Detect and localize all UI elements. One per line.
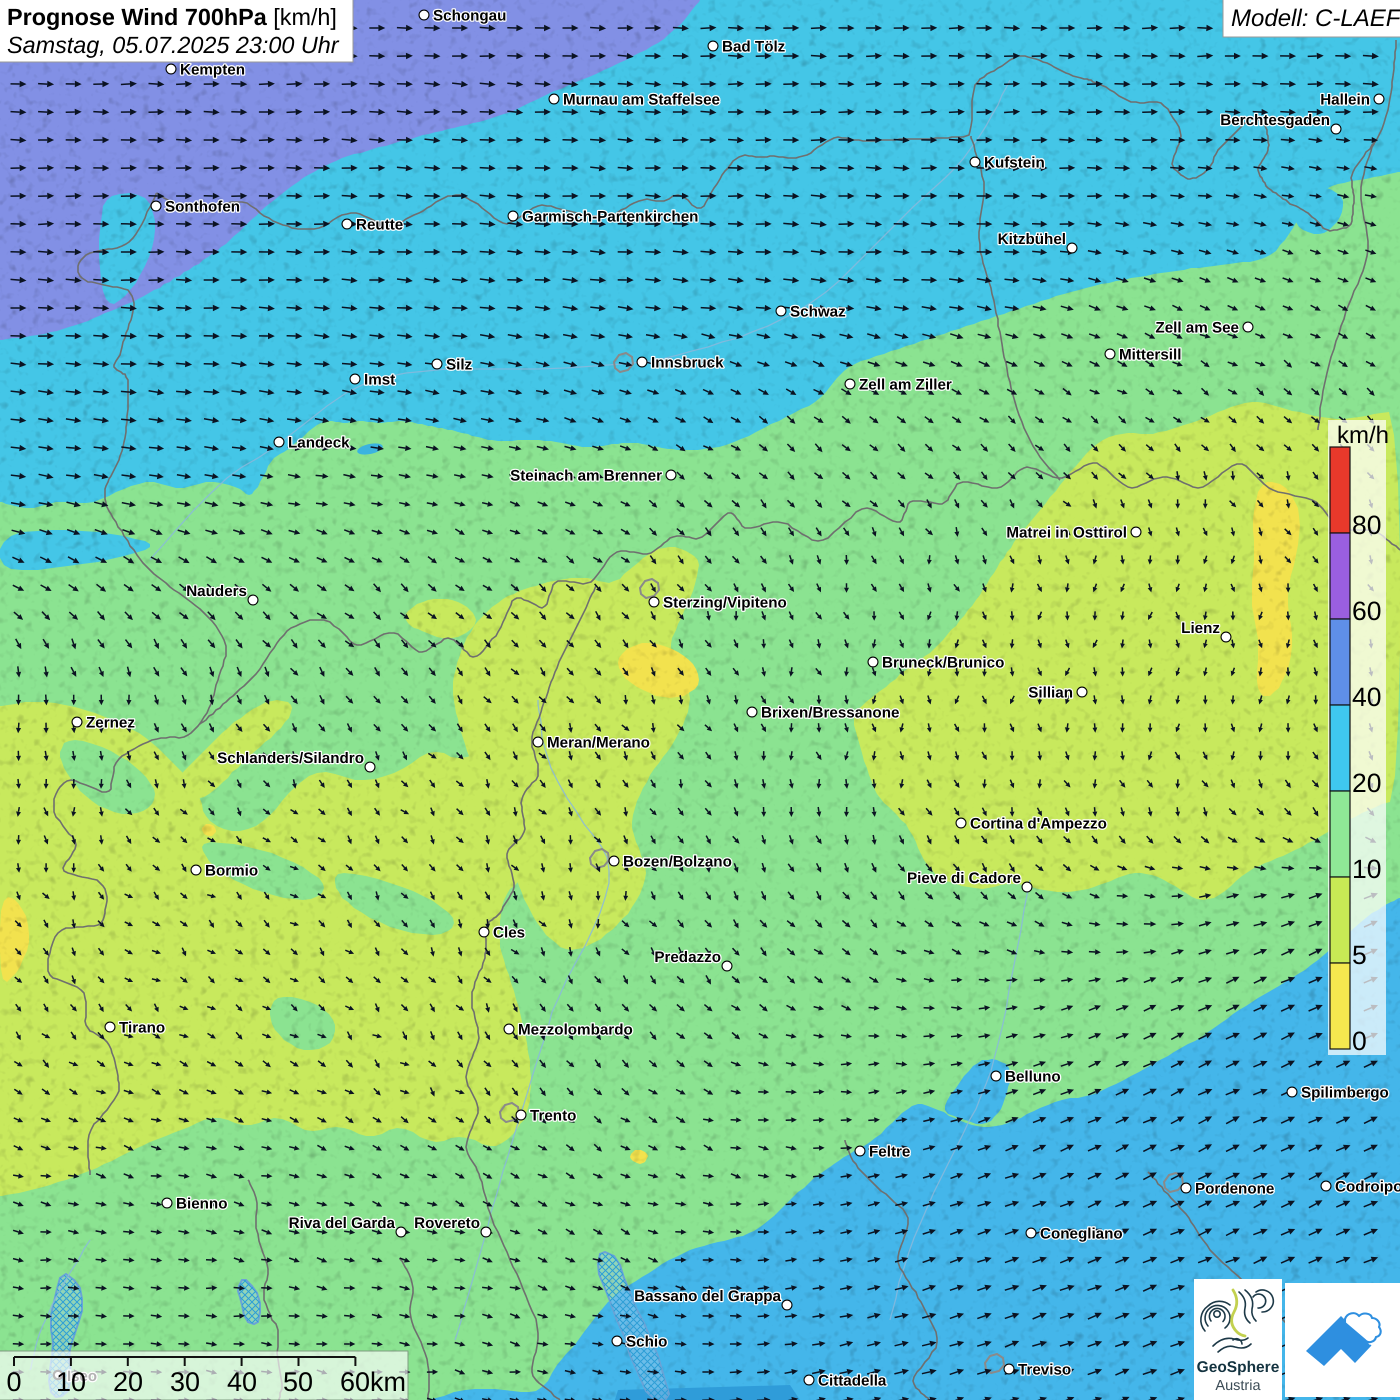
- svg-text:20: 20: [113, 1367, 143, 1397]
- svg-text:Conegliano: Conegliano: [1040, 1226, 1123, 1243]
- svg-text:Imst: Imst: [364, 372, 395, 389]
- svg-text:Bruneck/Brunico: Bruneck/Brunico: [882, 655, 1004, 672]
- svg-text:Zell am Ziller: Zell am Ziller: [859, 377, 952, 394]
- svg-text:60: 60: [1352, 596, 1381, 626]
- svg-text:Zell am See: Zell am See: [1155, 320, 1239, 337]
- svg-text:Sterzing/Vipiteno: Sterzing/Vipiteno: [663, 595, 787, 612]
- svg-text:Schio: Schio: [626, 1334, 667, 1351]
- svg-text:0: 0: [6, 1367, 21, 1397]
- svg-text:Riva del Garda: Riva del Garda: [289, 1215, 396, 1232]
- svg-text:Reutte: Reutte: [356, 217, 403, 234]
- svg-text:Rovereto: Rovereto: [414, 1215, 480, 1232]
- svg-text:Schlanders/Silandro: Schlanders/Silandro: [217, 750, 364, 767]
- svg-text:10: 10: [56, 1367, 86, 1397]
- svg-text:Bormio: Bormio: [205, 863, 258, 880]
- svg-text:Kempten: Kempten: [180, 62, 245, 79]
- svg-text:Bassano del Grappa: Bassano del Grappa: [634, 1288, 781, 1305]
- svg-text:Tirano: Tirano: [119, 1020, 165, 1037]
- svg-text:Sillian: Sillian: [1028, 685, 1073, 702]
- svg-text:Pieve di Cadore: Pieve di Cadore: [907, 870, 1021, 887]
- svg-text:30: 30: [170, 1367, 200, 1397]
- svg-text:Prognose Wind 700hPa [km/h]: Prognose Wind 700hPa [km/h]: [7, 4, 337, 30]
- svg-text:Feltre: Feltre: [869, 1144, 910, 1161]
- svg-text:Berchtesgaden: Berchtesgaden: [1220, 112, 1330, 129]
- svg-text:5: 5: [1352, 940, 1367, 970]
- svg-text:Murnau am Staffelsee: Murnau am Staffelsee: [563, 92, 720, 109]
- svg-text:Austria: Austria: [1215, 1378, 1261, 1394]
- svg-text:40: 40: [1352, 682, 1381, 712]
- svg-text:Codroipo: Codroipo: [1335, 1179, 1400, 1196]
- svg-text:Sonthofen: Sonthofen: [165, 199, 240, 216]
- svg-text:km/h: km/h: [1337, 422, 1389, 449]
- svg-text:Samstag, 05.07.2025 23:00 Uhr: Samstag, 05.07.2025 23:00 Uhr: [7, 32, 340, 58]
- svg-text:Landeck: Landeck: [288, 435, 350, 452]
- svg-text:Belluno: Belluno: [1005, 1069, 1061, 1086]
- svg-text:Schongau: Schongau: [433, 8, 506, 25]
- svg-text:0: 0: [1352, 1026, 1367, 1056]
- svg-text:Predazzo: Predazzo: [654, 949, 721, 966]
- svg-text:10: 10: [1352, 854, 1381, 884]
- svg-text:Bad Tölz: Bad Tölz: [722, 39, 786, 56]
- svg-text:Cittadella: Cittadella: [818, 1373, 887, 1390]
- svg-text:Mezzolombardo: Mezzolombardo: [518, 1022, 633, 1039]
- svg-text:Silz: Silz: [446, 357, 473, 374]
- svg-text:Brixen/Bressanone: Brixen/Bressanone: [761, 705, 899, 722]
- svg-text:Garmisch-Partenkirchen: Garmisch-Partenkirchen: [522, 209, 698, 226]
- svg-text:Spilimbergo: Spilimbergo: [1301, 1085, 1389, 1102]
- svg-text:Treviso: Treviso: [1018, 1362, 1071, 1379]
- svg-text:Schwaz: Schwaz: [790, 304, 846, 321]
- svg-text:50: 50: [283, 1367, 313, 1397]
- svg-text:60km: 60km: [340, 1367, 406, 1397]
- svg-text:Kufstein: Kufstein: [984, 155, 1045, 172]
- svg-text:Modell: C-LAEF: Modell: C-LAEF: [1231, 5, 1400, 32]
- svg-text:Pordenone: Pordenone: [1195, 1181, 1274, 1198]
- svg-text:20: 20: [1352, 768, 1381, 798]
- svg-text:Bienno: Bienno: [176, 1196, 227, 1213]
- svg-text:Meran/Merano: Meran/Merano: [547, 735, 650, 752]
- svg-text:80: 80: [1352, 510, 1381, 540]
- svg-text:Kitzbühel: Kitzbühel: [998, 231, 1066, 248]
- svg-text:Matrei in Osttirol: Matrei in Osttirol: [1006, 525, 1127, 542]
- svg-text:Mittersill: Mittersill: [1119, 347, 1181, 364]
- svg-text:Bozen/Bolzano: Bozen/Bolzano: [623, 854, 732, 871]
- svg-text:Steinach am Brenner: Steinach am Brenner: [510, 468, 662, 485]
- svg-text:Zernez: Zernez: [86, 715, 135, 732]
- svg-text:GeoSphere: GeoSphere: [1197, 1359, 1280, 1376]
- svg-text:Nauders: Nauders: [186, 583, 247, 600]
- svg-text:Lienz: Lienz: [1181, 620, 1220, 637]
- svg-text:Trento: Trento: [530, 1108, 576, 1125]
- svg-text:40: 40: [227, 1367, 257, 1397]
- svg-text:Cortina d'Ampezzo: Cortina d'Ampezzo: [970, 816, 1107, 833]
- svg-text:Innsbruck: Innsbruck: [651, 355, 724, 372]
- svg-text:Hallein: Hallein: [1320, 92, 1370, 109]
- svg-text:Cles: Cles: [493, 925, 525, 942]
